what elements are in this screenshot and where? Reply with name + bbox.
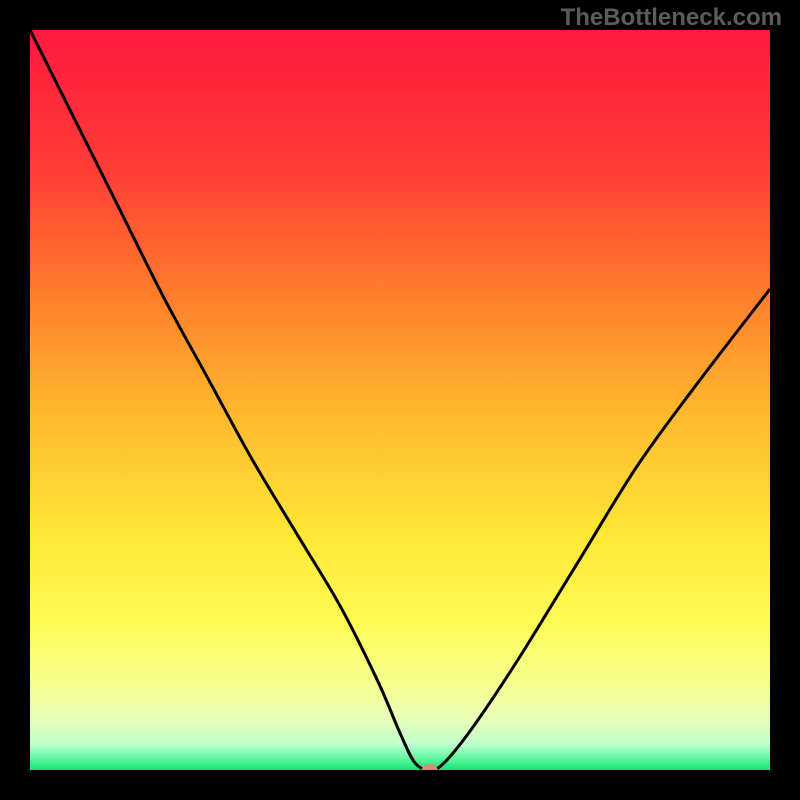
gradient-background (30, 30, 770, 770)
watermark-text: TheBottleneck.com (561, 4, 782, 32)
bottleneck-chart (30, 30, 770, 770)
chart-frame: TheBottleneck.com (0, 0, 800, 800)
